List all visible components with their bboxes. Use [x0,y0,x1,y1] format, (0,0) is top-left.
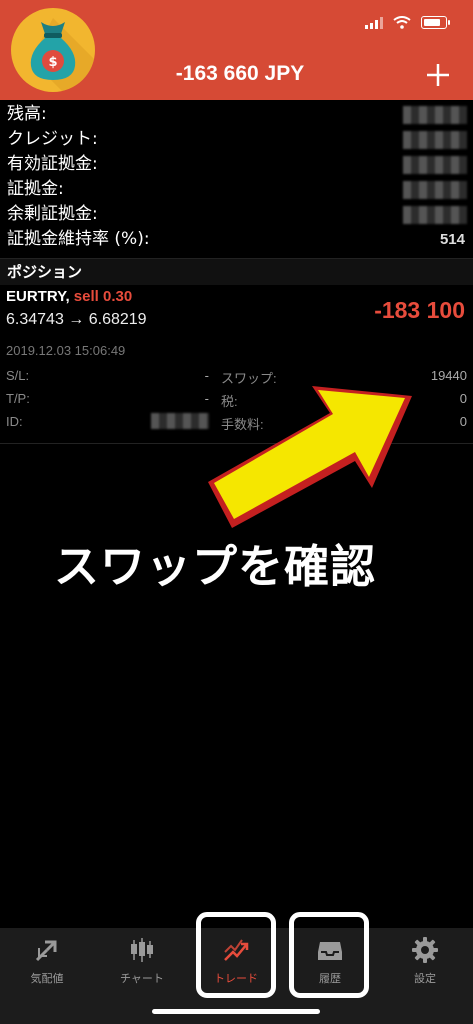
free-margin-label: 余剰証拠金: [7,204,98,224]
positions-section-header: ポジション [0,258,473,285]
tax-value: 0 [459,391,467,406]
redacted-value [403,181,467,199]
order-type: sell 0.30 [73,288,133,305]
commission-value: 0 [459,414,467,429]
gear-icon [412,937,438,963]
symbol-label: EURTRY, [6,288,70,305]
margin-level-label: 証拠金維持率 (%): [7,229,150,249]
money-bag-icon: $ [11,8,95,92]
equity-label: 有効証拠金: [7,154,98,174]
tab-settings[interactable]: 設定 [378,928,472,998]
page-title: -163 660 JPY [175,62,305,85]
margin-row: 証拠金: [0,177,473,202]
signal-icon [365,16,383,29]
position-prices: 6.34743 → 6.68219 [6,311,147,328]
battery-icon [421,16,450,29]
redacted-value [403,206,467,224]
redacted-value [403,156,467,174]
annotation-text: スワップを確認 [54,540,377,593]
tp-label: T/P: [6,391,30,406]
sl-value: - [204,368,209,383]
balance-row: 残高: [0,102,473,127]
redacted-value [403,106,467,124]
plus-icon[interactable] [425,62,451,88]
swap-label: スワップ: [221,371,277,386]
id-label: ID: [6,414,23,429]
margin-level-value: 514 [439,231,465,248]
svg-text:$: $ [48,55,57,70]
tab-label: 気配値 [30,972,64,985]
tax-label: 税: [221,394,238,409]
highlight-box-history [289,912,369,998]
balance-label: 残高: [7,104,47,124]
swap-value: 19440 [430,368,467,383]
margin-label: 証拠金: [7,179,64,199]
equity-row: 有効証拠金: [0,152,473,177]
position-symbol: EURTRY, sell 0.30 [6,288,132,305]
credit-row: クレジット: [0,127,473,152]
status-bar [365,16,450,29]
margin-level-row: 証拠金維持率 (%): 514 [0,227,473,252]
position-profit: -183 100 [374,297,465,323]
wifi-icon [393,16,411,29]
commission-label: 手数料: [221,417,264,432]
app-header: $ -163 660 JPY [0,0,473,100]
credit-label: クレジット: [7,129,98,149]
section-title: ポジション [7,263,83,281]
position-time: 2019.12.03 15:06:49 [6,343,126,358]
position-item[interactable]: EURTRY, sell 0.30 6.34743 → 6.68219 -183… [0,285,473,444]
sl-label: S/L: [6,368,30,383]
quotes-icon [35,940,57,962]
account-summary: 残高: クレジット: 有効証拠金: 証拠金: 余剰証拠金: 証拠金維持率 (%)… [0,102,473,252]
highlight-box-trade [196,912,276,998]
redacted-value [403,131,467,149]
free-margin-row: 余剰証拠金: [0,202,473,227]
tab-label: 設定 [414,972,436,985]
home-indicator[interactable] [152,1009,320,1014]
tab-quotes[interactable]: 気配値 [0,928,94,998]
tp-value: - [204,391,209,406]
tab-label: チャート [120,972,164,985]
tab-chart[interactable]: チャート [95,928,189,998]
candlestick-icon [131,938,153,962]
redacted-id [151,413,209,429]
